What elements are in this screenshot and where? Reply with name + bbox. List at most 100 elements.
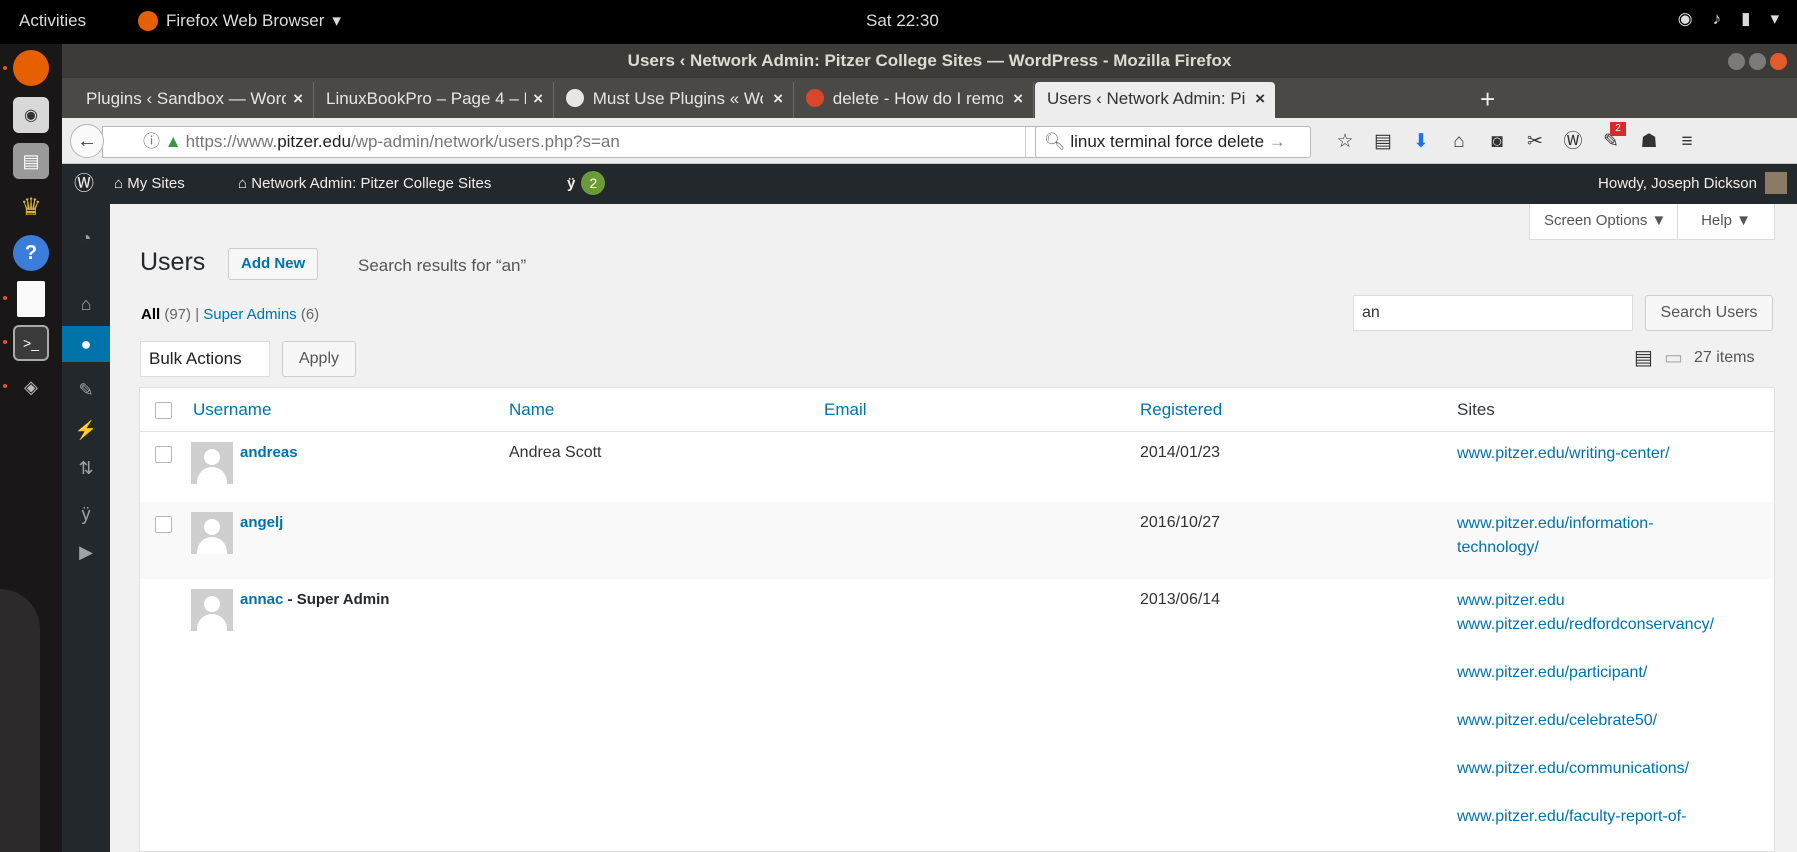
close-button[interactable] bbox=[1770, 53, 1787, 70]
user-search-input[interactable]: an bbox=[1353, 295, 1633, 331]
pocket-icon[interactable]: ◙ bbox=[1478, 128, 1516, 156]
wordpress-icon bbox=[566, 89, 584, 107]
site-link[interactable]: www.pitzer.edu/faculty-report-of- bbox=[1457, 805, 1757, 829]
screen-options-button[interactable]: Screen Options ▼ bbox=[1529, 204, 1682, 240]
plugins-icon[interactable]: ⚡ bbox=[62, 412, 110, 448]
search-bar[interactable]: 🔍︎ linux terminal force delete → bbox=[1035, 126, 1311, 158]
achievement-launcher-icon[interactable]: ♛ bbox=[13, 189, 49, 225]
terminal-launcher-icon[interactable]: >_ bbox=[13, 325, 49, 361]
tab-must-use-plugins[interactable]: Must Use Plugins « Wor × bbox=[554, 82, 794, 118]
system-tray[interactable]: ◉ ♪ ▮ ▾ bbox=[1678, 9, 1779, 29]
list-view-icon[interactable]: ▤ bbox=[1634, 347, 1656, 369]
running-indicator bbox=[3, 296, 7, 300]
close-tab-icon[interactable]: × bbox=[293, 82, 303, 116]
info-icon[interactable]: ⓘ bbox=[143, 132, 160, 151]
site-link-line: technology/ bbox=[1457, 539, 1539, 556]
maximize-button[interactable] bbox=[1749, 53, 1766, 70]
site-link[interactable]: www.pitzer.edu/communications/ bbox=[1457, 757, 1757, 781]
tab-plugins[interactable]: Plugins ‹ Sandbox — Word × bbox=[74, 82, 314, 118]
users-icon[interactable]: ● bbox=[62, 326, 110, 362]
site-link[interactable]: www.pitzer.edu/information- technology/ bbox=[1457, 512, 1757, 560]
column-name[interactable]: Name bbox=[509, 400, 554, 420]
bookmark-star-icon[interactable]: ☆ bbox=[1326, 128, 1364, 156]
row-checkbox[interactable] bbox=[155, 516, 172, 533]
sites-icon[interactable]: ⌂ bbox=[62, 286, 110, 322]
tab-delete-question[interactable]: delete - How do I remov × bbox=[794, 82, 1034, 118]
site-link[interactable]: www.pitzer.edu bbox=[1457, 589, 1757, 613]
network-admin-menu[interactable]: ⌂ Network Admin: Pitzer College Sites bbox=[238, 164, 491, 204]
document-launcher-icon[interactable] bbox=[17, 281, 45, 317]
account-menu[interactable]: Howdy, Joseph Dickson bbox=[1598, 164, 1787, 204]
registered-date: 2014/01/23 bbox=[1140, 444, 1221, 461]
app-menu-label: Firefox Web Browser bbox=[166, 11, 325, 30]
wordpress-logo-icon[interactable]: Ⓦ bbox=[74, 164, 94, 204]
back-button[interactable]: ← bbox=[70, 124, 104, 158]
help-button[interactable]: Help ▼ bbox=[1677, 204, 1775, 240]
site-link[interactable]: www.pitzer.edu/participant/ bbox=[1457, 661, 1757, 685]
avatar bbox=[191, 589, 233, 631]
extension-badge: 2 bbox=[1610, 122, 1626, 136]
new-tab-button[interactable]: + bbox=[1480, 82, 1495, 116]
add-new-button[interactable]: Add New bbox=[228, 248, 319, 280]
extension-icon[interactable]: ✎ 2 bbox=[1592, 122, 1630, 156]
excerpt-view-icon[interactable]: ▭ bbox=[1664, 347, 1686, 369]
bulk-actions-select[interactable]: Bulk Actions bbox=[140, 341, 270, 377]
filter-all[interactable]: All bbox=[141, 306, 160, 323]
username-link[interactable]: angelj bbox=[240, 514, 283, 531]
close-tab-icon[interactable]: × bbox=[533, 82, 543, 116]
search-go-icon[interactable]: → bbox=[1269, 132, 1286, 151]
close-tab-icon[interactable]: × bbox=[1013, 82, 1023, 116]
reading-list-icon[interactable]: ▤ bbox=[1364, 128, 1402, 156]
settings-icon[interactable]: ⇅ bbox=[62, 450, 110, 486]
tab-users-active[interactable]: Users ‹ Network Admin: Pi × bbox=[1035, 82, 1275, 118]
themes-icon[interactable]: ✎ bbox=[62, 372, 110, 408]
screenshot-icon[interactable]: ✂ bbox=[1516, 128, 1554, 156]
url-prefix: https://www. bbox=[185, 132, 278, 151]
filter-super-admins[interactable]: Super Admins bbox=[203, 306, 296, 323]
activities-button[interactable]: Activities bbox=[19, 11, 86, 31]
yoast-icon[interactable]: ÿ bbox=[62, 496, 110, 532]
wordpress-toolbar-icon[interactable]: Ⓦ bbox=[1554, 128, 1592, 156]
tab-linuxbookpro[interactable]: LinuxBookPro – Page 4 – F × bbox=[314, 82, 554, 118]
items-count: 27 items bbox=[1694, 349, 1755, 366]
close-tab-icon[interactable]: × bbox=[1255, 82, 1265, 116]
howdy-label: Howdy, Joseph Dickson bbox=[1598, 175, 1757, 192]
site-link[interactable]: www.pitzer.edu/redfordconservancy/ bbox=[1457, 613, 1757, 637]
username-link[interactable]: andreas bbox=[240, 444, 298, 461]
table-row: andreas Andrea Scott 2014/01/23 www.pitz… bbox=[140, 432, 1774, 502]
help-launcher-icon[interactable]: ? bbox=[13, 235, 49, 271]
yoast-menu[interactable]: ÿ2 bbox=[567, 164, 606, 204]
select-all-checkbox[interactable] bbox=[155, 402, 172, 419]
settings-launcher-icon[interactable]: ◉ bbox=[13, 97, 49, 133]
row-checkbox[interactable] bbox=[155, 446, 172, 463]
registered-date: 2013/06/14 bbox=[1140, 591, 1221, 608]
collapse-menu-icon[interactable]: ▶ bbox=[62, 534, 110, 570]
files-launcher-icon[interactable]: ▤ bbox=[13, 143, 49, 179]
my-sites-menu[interactable]: ⌂ My Sites bbox=[114, 164, 185, 204]
minimize-button[interactable] bbox=[1728, 53, 1745, 70]
username-link[interactable]: annac bbox=[240, 591, 283, 608]
app-menu[interactable]: Firefox Web Browser ▾ bbox=[138, 11, 341, 31]
menu-icon[interactable]: ≡ bbox=[1668, 128, 1706, 156]
home-icon[interactable]: ⌂ bbox=[1440, 128, 1478, 156]
firefox-launcher-icon[interactable] bbox=[13, 50, 49, 86]
url-host: pitzer.edu bbox=[277, 132, 351, 151]
dashboard-icon[interactable]: ◔ bbox=[62, 220, 110, 256]
search-users-button[interactable]: Search Users bbox=[1645, 295, 1773, 331]
site-link[interactable]: www.pitzer.edu/writing-center/ bbox=[1457, 442, 1757, 466]
site-link[interactable]: www.pitzer.edu/celebrate50/ bbox=[1457, 709, 1757, 733]
close-tab-icon[interactable]: × bbox=[773, 82, 783, 116]
column-username[interactable]: Username bbox=[193, 400, 271, 420]
bulk-actions-label: Bulk Actions bbox=[149, 349, 242, 368]
column-email[interactable]: Email bbox=[824, 400, 867, 420]
screenshot-launcher-icon[interactable]: ◈ bbox=[13, 369, 49, 405]
clock[interactable]: Sat 22:30 bbox=[866, 11, 939, 31]
url-bar[interactable]: ⓘ ▲ https://www.pitzer.edu/wp-admin/netwo… bbox=[102, 126, 1062, 158]
user-filters: All (97) | Super Admins (6) bbox=[141, 306, 320, 323]
apply-button[interactable]: Apply bbox=[282, 341, 356, 377]
ghostery-icon[interactable]: ☗ bbox=[1630, 128, 1668, 156]
download-icon[interactable]: ⬇ bbox=[1402, 128, 1440, 156]
column-registered[interactable]: Registered bbox=[1140, 400, 1222, 420]
browser-window: Users ‹ Network Admin: Pitzer College Si… bbox=[62, 44, 1797, 852]
filter-super-count: (6) bbox=[300, 306, 320, 323]
